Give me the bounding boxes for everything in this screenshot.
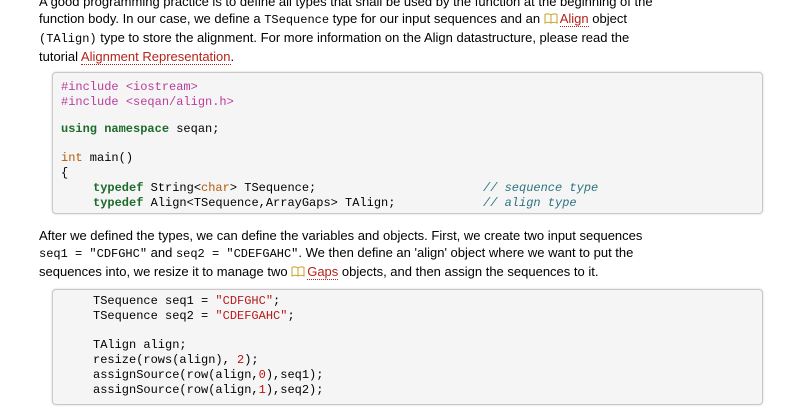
code-block-variables[interactable]: TSequence seq1 = "CDFGHC"; TSequence seq…: [52, 289, 763, 405]
code-line-brace: {: [61, 166, 69, 180]
intro-line-3: (TAlign) type to store the alignment. Fo…: [39, 30, 630, 46]
code-line-include-align: #include <seqan/align.h>: [61, 95, 234, 109]
code-line-seq1: TSequence seq1 = "CDFGHC";: [93, 294, 281, 308]
book-icon: [544, 13, 558, 24]
code-line-typedef-sequence: typedef String<char> TSequence;: [93, 181, 317, 195]
code-line-using: using namespace seqan;: [61, 122, 220, 136]
mid-line-2: seq1 = "CDFGHC" and seq2 = "CDEFGAHC". W…: [39, 245, 634, 261]
inline-code-talign: (TAlign): [39, 32, 97, 46]
intro-line-4: tutorial Alignment Representation.: [39, 49, 235, 65]
code-line-include-iostream: #include <iostream>: [61, 80, 198, 94]
code-line-main: int main(): [61, 151, 134, 165]
code-line-resize: resize(rows(align), 2);: [93, 353, 259, 367]
intro-line-2: function body. In our case, we define a …: [39, 11, 627, 27]
mid-line-3: sequences into, we resize it to manage t…: [39, 264, 599, 280]
inline-code-tsequence: TSequence: [264, 13, 330, 27]
alignment-representation-link[interactable]: Alignment Representation: [80, 49, 231, 65]
intro-line-1: A good programming practice is to define…: [39, 0, 653, 9]
code-block-includes[interactable]: #include <iostream> #include <seqan/alig…: [52, 72, 763, 214]
code-line-seq2: TSequence seq2 = "CDEFGAHC";: [93, 309, 295, 323]
code-line-assign-1: assignSource(row(align,1),seq2);: [93, 383, 324, 397]
intro-paragraph: A good programming practice is to define…: [39, 0, 769, 65]
mid-line-1: After we defined the types, we can defin…: [39, 228, 643, 243]
code-line-typedef-align: typedef Align<TSequence,ArrayGaps> TAlig…: [93, 196, 396, 210]
code-line-talign: TAlign align;: [93, 338, 187, 352]
code-comment-sequence-type: // sequence type: [483, 181, 599, 195]
code-line-assign-0: assignSource(row(align,0),seq1);: [93, 368, 324, 382]
gaps-link[interactable]: Gaps: [307, 264, 339, 280]
middle-paragraph: After we defined the types, we can defin…: [39, 227, 769, 280]
align-link[interactable]: Align: [559, 11, 589, 27]
book-icon: [291, 266, 305, 277]
code-comment-align-type: // align type: [483, 196, 577, 210]
